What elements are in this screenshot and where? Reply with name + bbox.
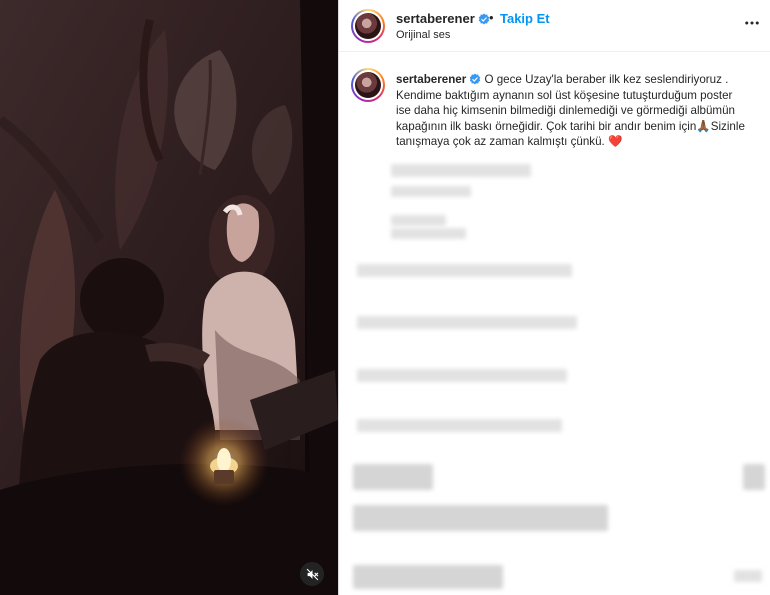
video-frame <box>0 0 338 595</box>
video-player[interactable] <box>0 0 338 595</box>
post-header: sertaberener • Takip Et Orijinal ses <box>339 0 770 52</box>
verified-badge-icon <box>478 13 490 25</box>
muted-speaker-icon <box>306 568 318 580</box>
post-panel: sertaberener • Takip Et Orijinal ses ser… <box>339 0 770 595</box>
more-options-icon[interactable] <box>743 14 761 32</box>
audio-label[interactable]: Orijinal ses <box>396 29 450 41</box>
username-text[interactable]: sertaberener <box>396 11 475 26</box>
caption-avatar[interactable] <box>351 68 385 102</box>
follow-button[interactable]: Takip Et <box>500 11 550 26</box>
username-link[interactable]: sertaberener <box>396 11 490 26</box>
separator-dot: • <box>489 10 494 25</box>
avatar[interactable] <box>351 9 385 43</box>
caption-username[interactable]: sertaberener <box>396 73 466 86</box>
mute-button[interactable] <box>300 562 324 586</box>
caption: sertaberener O gece Uzay'la beraber ilk … <box>396 72 748 150</box>
verified-badge-icon <box>470 73 481 85</box>
